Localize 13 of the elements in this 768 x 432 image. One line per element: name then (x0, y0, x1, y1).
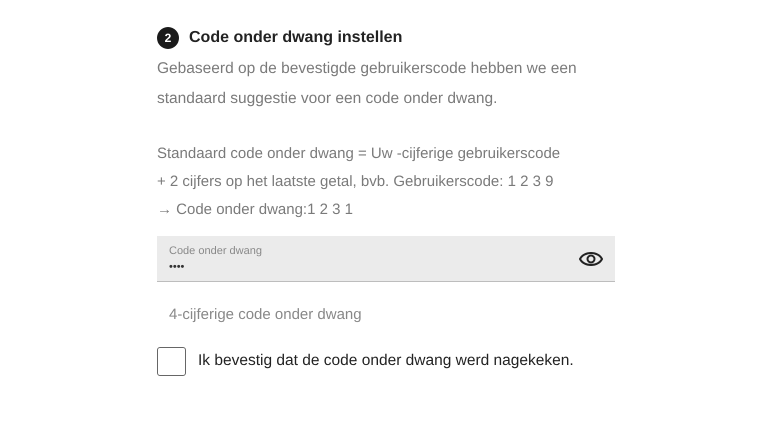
field-value: •••• (169, 260, 186, 274)
confirm-checkbox[interactable] (157, 346, 186, 376)
intro-text: Gebaseerd op de bevestigde gebruikerscode hebben we een standaard suggestie voor een code onder dwang. (157, 59, 578, 109)
eye-icon[interactable] (579, 250, 603, 268)
explanation-line: Standaard code onder dwang = Uw -cijferige gebruikerscode (157, 144, 562, 164)
code-field[interactable]: Code onder dwang •••• (157, 236, 615, 282)
section-title: Code onder dwang instellen (189, 28, 402, 48)
explanation-line: + 2 cijfers op het laatste getal, bvb. Gebruikerscode: 1 2 3 9 (157, 172, 554, 192)
confirm-label: Ik bevestig dat de code onder dwang werd nagekeken. (198, 351, 574, 372)
step-number: 2 (157, 27, 179, 49)
helper-text: 4-cijferige code onder dwang (169, 305, 363, 325)
field-label: Code onder dwang (169, 244, 263, 260)
explanation-line: → Code onder dwang:1 2 3 1 (157, 200, 354, 220)
